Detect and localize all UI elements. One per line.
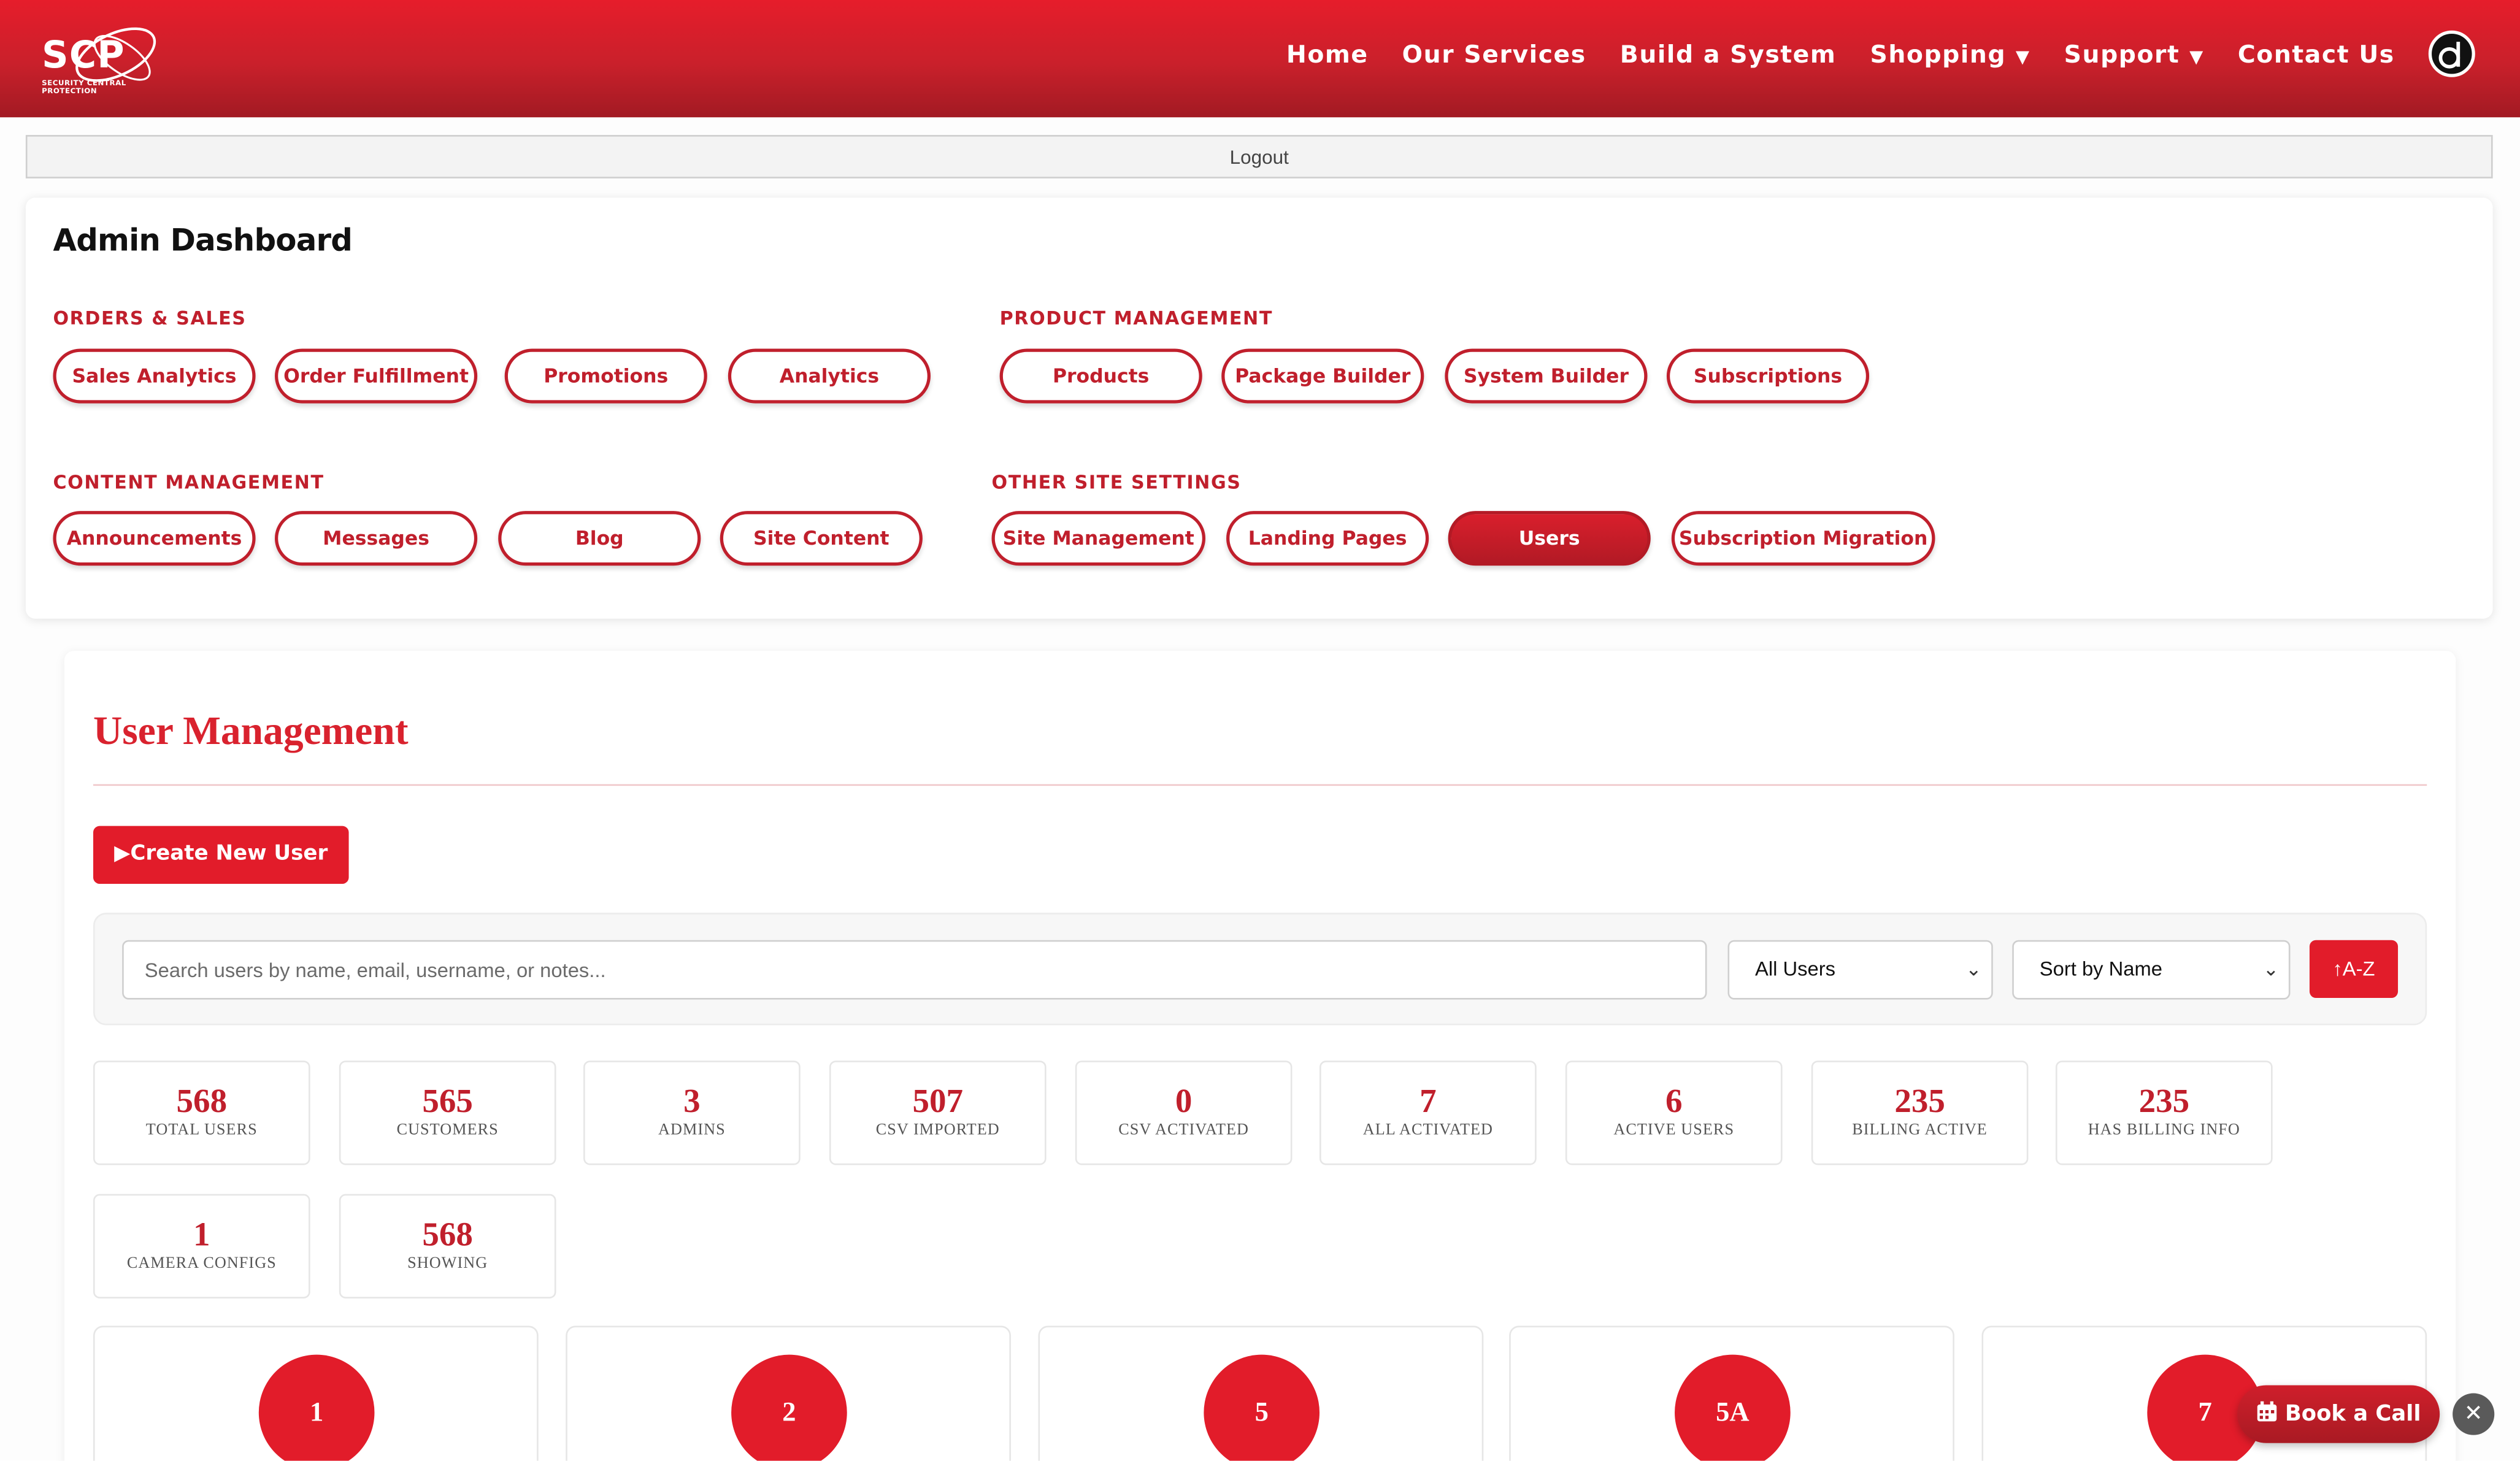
stat-label: BILLING ACTIVE (1852, 1121, 1988, 1140)
stat-camera-configs: 1 CAMERA CONFIGS (93, 1194, 310, 1298)
announcements-button[interactable]: Announcements (53, 511, 256, 566)
user-avatar[interactable] (2428, 30, 2475, 77)
stat-value: 7 (1419, 1081, 1437, 1121)
blog-button[interactable]: Blog (498, 511, 701, 566)
stat-showing: 568 SHOWING (339, 1194, 556, 1298)
scp-logo[interactable]: SCP SECURITY CENTRAL PROTECTION (39, 16, 167, 99)
stat-total-users: 568 TOTAL USERS (93, 1060, 310, 1165)
stat-admins: 3 ADMINS (583, 1060, 801, 1165)
admin-dashboard-title: Admin Dashboard (53, 223, 353, 259)
sort-selected: Sort by Name (2039, 957, 2163, 981)
stat-value: 568 (176, 1081, 228, 1121)
user-group-card[interactable]: 5 (1038, 1325, 1484, 1461)
stat-customers: 565 CUSTOMERS (339, 1060, 556, 1165)
subscription-migration-button[interactable]: Subscription Migration (1671, 511, 1935, 566)
caret-down-icon: ▼ (2189, 46, 2204, 68)
landing-pages-button[interactable]: Landing Pages (1226, 511, 1429, 566)
nav-build-a-system[interactable]: Build a System (1620, 40, 1837, 69)
close-icon[interactable]: ✕ (2453, 1393, 2495, 1435)
stat-label: ALL ACTIVATED (1362, 1121, 1494, 1140)
site-management-button[interactable]: Site Management (991, 511, 1205, 566)
group-title-other-site-settings: OTHER SITE SETTINGS (991, 470, 1242, 494)
stat-value: 507 (912, 1081, 964, 1121)
nav-support[interactable]: Support ▼ (2064, 40, 2204, 69)
promotions-button[interactable]: Promotions (504, 348, 707, 404)
user-management-card: User Management ▶Create New User All Use… (64, 651, 2456, 1461)
subscriptions-button[interactable]: Subscriptions (1666, 348, 1870, 404)
stat-label: CAMERA CONFIGS (126, 1255, 277, 1273)
user-type-select[interactable]: All Users ⌄ (1727, 940, 1993, 1000)
chevron-down-icon: ⌄ (1965, 957, 1982, 981)
user-management-title: User Management (93, 710, 409, 754)
group-badge: 5 (1204, 1354, 1320, 1461)
stat-label: HAS BILLING INFO (2088, 1121, 2240, 1140)
stat-value: 235 (2138, 1081, 2190, 1121)
stat-csv-imported: 507 CSV IMPORTED (829, 1060, 1047, 1165)
messages-button[interactable]: Messages (275, 511, 478, 566)
user-search-input[interactable] (122, 940, 1707, 1000)
logo-subtext: SECURITY CENTRAL PROTECTION (42, 80, 126, 97)
user-group-card[interactable]: 5A (1509, 1325, 1954, 1461)
sort-select[interactable]: Sort by Name ⌄ (2012, 940, 2291, 1000)
nav-home[interactable]: Home (1286, 40, 1369, 69)
logo-text: SCP (42, 35, 125, 77)
stat-label: CSV ACTIVATED (1118, 1121, 1250, 1140)
package-builder-button[interactable]: Package Builder (1221, 348, 1424, 404)
sales-analytics-button[interactable]: Sales Analytics (53, 348, 256, 404)
nav-contact-us[interactable]: Contact Us (2238, 40, 2395, 69)
stat-value: 0 (1175, 1081, 1193, 1121)
user-type-selected: All Users (1755, 957, 1836, 981)
create-new-user-button[interactable]: ▶Create New User (93, 826, 349, 884)
products-button[interactable]: Products (999, 348, 1202, 404)
user-group-card[interactable]: 2 (566, 1325, 1011, 1461)
stat-label: TOTAL USERS (145, 1121, 258, 1140)
group-badge: 1 (258, 1354, 375, 1461)
group-title-product-management: PRODUCT MANAGEMENT (999, 307, 1273, 330)
stat-value: 3 (683, 1081, 701, 1121)
site-content-button[interactable]: Site Content (720, 511, 923, 566)
stat-label: CUSTOMERS (396, 1121, 499, 1140)
group-title-content-management: CONTENT MANAGEMENT (53, 470, 325, 494)
stat-csv-activated: 0 CSV ACTIVATED (1075, 1060, 1293, 1165)
order-fulfillment-button[interactable]: Order Fulfillment (275, 348, 478, 404)
admin-dashboard-card: Admin Dashboard ORDERS & SALES Sales Ana… (25, 197, 2493, 619)
stat-label: ADMINS (658, 1121, 726, 1140)
stat-all-activated: 7 ALL ACTIVATED (1320, 1060, 1537, 1165)
caret-down-icon: ▼ (2015, 46, 2030, 68)
system-builder-button[interactable]: System Builder (1445, 348, 1648, 404)
book-a-call-button[interactable]: Book a Call (2237, 1385, 2440, 1443)
stat-value: 235 (1894, 1081, 1945, 1121)
group-title-orders-sales: ORDERS & SALES (53, 307, 247, 330)
group-badge: 2 (731, 1354, 847, 1461)
main-nav: Home Our Services Build a System Shoppin… (1286, 40, 2395, 69)
stat-has-billing-info: 235 HAS BILLING INFO (2055, 1060, 2273, 1165)
nav-shopping[interactable]: Shopping ▼ (1870, 40, 2030, 69)
avatar-d-icon (2438, 42, 2460, 69)
stat-label: ACTIVE USERS (1613, 1121, 1735, 1140)
title-divider (93, 784, 2427, 786)
page: SCP SECURITY CENTRAL PROTECTION Home Our… (0, 0, 2520, 1461)
stat-value: 565 (422, 1081, 473, 1121)
user-group-card[interactable]: 1 (93, 1325, 539, 1461)
stat-label: SHOWING (407, 1255, 488, 1273)
chevron-down-icon: ⌄ (2262, 957, 2280, 981)
stat-value: 6 (1665, 1081, 1683, 1121)
stat-value: 568 (422, 1214, 473, 1254)
users-button[interactable]: Users (1448, 511, 1651, 566)
stat-value: 1 (193, 1214, 210, 1254)
user-filter-bar: All Users ⌄ Sort by Name ⌄ ↑A-Z (93, 913, 2427, 1026)
stat-billing-active: 235 BILLING ACTIVE (1811, 1060, 2029, 1165)
stat-label: CSV IMPORTED (875, 1121, 1000, 1140)
stat-active-users: 6 ACTIVE USERS (1565, 1060, 1783, 1165)
sort-direction-button[interactable]: ↑A-Z (2309, 940, 2399, 999)
calendar-icon (2256, 1401, 2276, 1422)
logout-button[interactable]: Logout (25, 135, 2493, 178)
analytics-button[interactable]: Analytics (728, 348, 931, 404)
group-badge: 5A (1675, 1354, 1791, 1461)
book-a-call-label: Book a Call (2284, 1401, 2421, 1427)
nav-our-services[interactable]: Our Services (1402, 40, 1586, 69)
top-navigation-bar: SCP SECURITY CENTRAL PROTECTION Home Our… (0, 0, 2520, 118)
